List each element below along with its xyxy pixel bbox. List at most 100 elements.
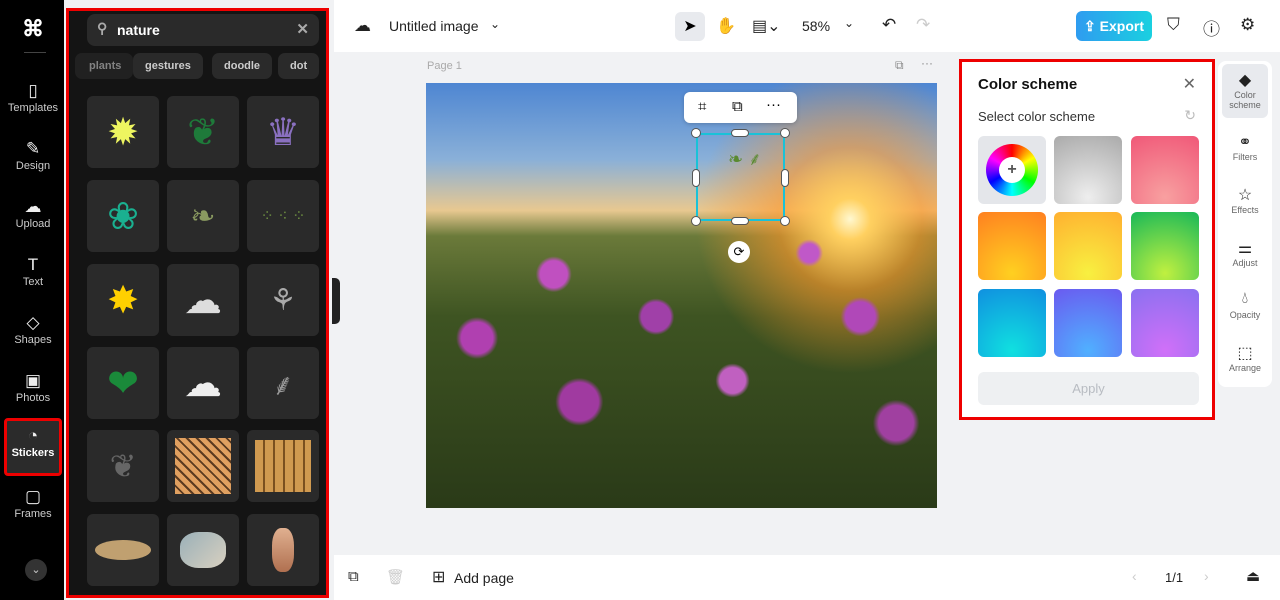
paint-bucket-icon: ◆ xyxy=(1238,72,1252,89)
sticker-tile[interactable] xyxy=(167,430,239,502)
rail-color-scheme[interactable]: ◆ Color scheme xyxy=(1222,64,1268,118)
swatch-pink[interactable] xyxy=(1131,136,1199,204)
chip-gestures[interactable]: gestures xyxy=(133,53,203,79)
collapse-panel-handle[interactable] xyxy=(332,278,340,324)
swatch-blue[interactable] xyxy=(1054,289,1122,357)
select-tool-icon[interactable]: ➤ xyxy=(675,12,705,41)
page-label: Page 1 xyxy=(427,60,462,72)
resize-handle[interactable] xyxy=(692,169,700,187)
rail-arrange[interactable]: ⬚ Arrange xyxy=(1222,337,1268,391)
prev-page-icon[interactable]: ‹ xyxy=(1132,568,1137,584)
sticker-tile[interactable]: ❦ xyxy=(87,430,159,502)
swatch-cyan[interactable] xyxy=(978,289,1046,357)
duplicate-icon[interactable]: ⧉ xyxy=(732,98,743,115)
shield-icon[interactable]: ⛉ xyxy=(1167,15,1180,35)
layout-icon[interactable]: ▤⌄ xyxy=(752,16,781,36)
page-more-icon[interactable]: ··· xyxy=(921,56,933,70)
crop-icon[interactable]: ⌗ xyxy=(698,98,706,115)
rail-adjust[interactable]: ⚌ Adjust xyxy=(1222,232,1268,286)
chip-plants[interactable]: plants xyxy=(75,53,134,79)
swatch-green[interactable] xyxy=(1131,212,1199,280)
nav-text[interactable]: T Text xyxy=(4,250,62,302)
hand-tool-icon[interactable]: ✋ xyxy=(716,16,736,36)
rail-effects[interactable]: ☆ Effects xyxy=(1222,179,1268,233)
add-page-icon[interactable]: ⊞ xyxy=(432,567,445,587)
close-icon[interactable]: ✕ xyxy=(1183,74,1196,94)
zoom-chevron-icon[interactable]: ⌄ xyxy=(844,16,854,30)
help-icon[interactable]: ⓘ xyxy=(1203,15,1220,40)
sticker-tile[interactable]: ✸ xyxy=(87,264,159,336)
rail-filters[interactable]: ⚭ Filters xyxy=(1222,126,1268,180)
sticker-tile[interactable]: ♛ xyxy=(247,96,319,168)
sticker-tile[interactable]: ⁘ ⁖ ⁘ xyxy=(247,180,319,252)
sticker-tile[interactable]: ❀ xyxy=(87,180,159,252)
sticker-tile[interactable]: ❦ xyxy=(167,96,239,168)
nav-stickers[interactable]: ◔ Stickers xyxy=(4,418,62,476)
sticker-tile[interactable]: ☁ xyxy=(167,264,239,336)
nav-label: Photos xyxy=(15,392,51,404)
rail-label: Filters xyxy=(1232,152,1258,162)
add-icon: + xyxy=(999,157,1025,183)
delete-icon[interactable]: 🗑︎ xyxy=(386,568,405,586)
custom-color-swatch[interactable]: + xyxy=(978,136,1046,204)
chip-doodle[interactable]: doodle xyxy=(212,53,273,79)
nav-frames[interactable]: ▢ Frames xyxy=(4,482,62,534)
rotate-icon[interactable]: ⟳ xyxy=(728,241,750,263)
nav-shapes[interactable]: ◇ Shapes xyxy=(4,308,62,360)
reset-icon[interactable]: ↻ xyxy=(1184,107,1196,124)
resize-handle[interactable] xyxy=(691,128,701,138)
more-chevron-icon[interactable]: ⌄ xyxy=(25,559,47,581)
sticker-tile[interactable] xyxy=(247,514,319,586)
sticker-tile[interactable]: ⸙ xyxy=(247,347,319,419)
swatch-purple[interactable] xyxy=(1131,289,1199,357)
capcut-logo[interactable]: ⌘ xyxy=(22,16,44,42)
redo-icon[interactable]: ↷ xyxy=(916,15,930,35)
chip-dot[interactable]: dot xyxy=(278,53,320,79)
cloud-save-icon[interactable]: ☁ xyxy=(354,16,371,36)
export-button[interactable]: ⇪ Export xyxy=(1076,11,1152,41)
resize-handle[interactable] xyxy=(781,169,789,187)
more-icon[interactable]: ··· xyxy=(766,96,781,113)
resize-handle[interactable] xyxy=(691,216,701,226)
nav-label: Stickers xyxy=(11,447,55,459)
swatch-orange[interactable] xyxy=(978,212,1046,280)
pages-panel-icon[interactable]: ⏏ xyxy=(1246,567,1260,585)
resize-handle[interactable] xyxy=(731,217,749,225)
design-icon: ✎ xyxy=(25,139,41,158)
nav-upload[interactable]: ☁ Upload xyxy=(4,192,62,244)
swatch-yellow[interactable] xyxy=(1054,212,1122,280)
nav-photos[interactable]: ▣ Photos xyxy=(4,366,62,418)
sticker-tile[interactable] xyxy=(167,514,239,586)
resize-handle[interactable] xyxy=(731,129,749,137)
apply-button[interactable]: Apply xyxy=(978,372,1199,405)
nav-design[interactable]: ✎ Design xyxy=(4,134,62,186)
rail-label: Opacity xyxy=(1229,310,1261,320)
rail-opacity[interactable]: 💧︎ Opacity xyxy=(1222,284,1268,338)
swatch-gray[interactable] xyxy=(1054,136,1122,204)
left-nav: ⌘ ▯ Templates ✎ Design ☁ Upload T Text ◇ Shap… xyxy=(0,0,64,600)
undo-icon[interactable]: ↶ xyxy=(882,15,896,35)
sticker-tile[interactable] xyxy=(87,514,159,586)
sticker-tile[interactable]: ❧ xyxy=(167,180,239,252)
search-input[interactable]: ⚲ nature ✕ xyxy=(87,14,319,46)
resize-handle[interactable] xyxy=(780,216,790,226)
title-chevron-icon[interactable]: ⌄ xyxy=(490,17,500,31)
sticker-tile[interactable]: ✹ xyxy=(87,96,159,168)
add-page-button[interactable]: Add page xyxy=(454,570,514,586)
search-value[interactable]: nature xyxy=(117,22,160,38)
selected-sticker[interactable]: ❧ ⸙ xyxy=(696,133,785,221)
sticker-tile[interactable]: ☁ xyxy=(167,347,239,419)
next-page-icon[interactable]: › xyxy=(1204,568,1209,584)
nav-templates[interactable]: ▯ Templates xyxy=(4,76,62,128)
duplicate-page-icon[interactable]: ⧉ xyxy=(348,568,359,585)
clear-icon[interactable]: ✕ xyxy=(296,20,309,38)
duplicate-page-icon[interactable]: ⧉ xyxy=(895,58,904,73)
sticker-tile[interactable]: ❤ xyxy=(87,347,159,419)
resize-handle[interactable] xyxy=(780,128,790,138)
settings-icon[interactable]: ⚙ xyxy=(1240,15,1255,35)
canvas-image[interactable] xyxy=(426,83,937,508)
sticker-tile[interactable]: ⚘ xyxy=(247,264,319,336)
sticker-tile[interactable] xyxy=(247,430,319,502)
zoom-level[interactable]: 58% xyxy=(802,18,830,34)
document-title[interactable]: Untitled image xyxy=(389,18,479,34)
